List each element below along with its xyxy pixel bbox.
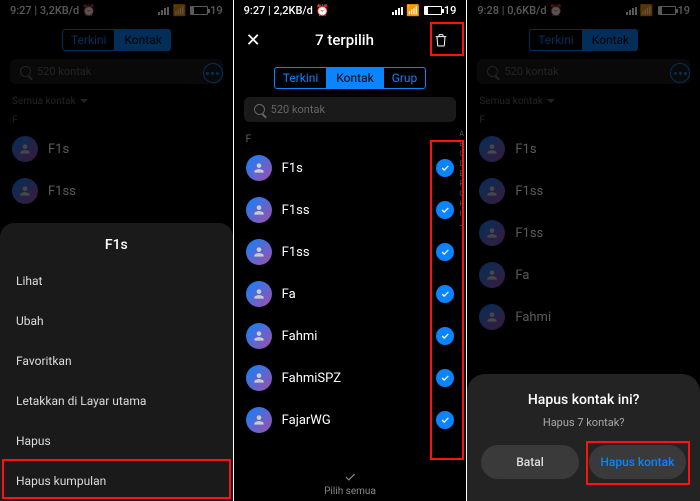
avatar (246, 365, 272, 391)
checkbox-checked[interactable] (436, 327, 454, 345)
tab-contacts[interactable]: Kontak (115, 29, 170, 51)
tab-groups[interactable]: Grup (383, 67, 427, 89)
sheet-option-homescreen[interactable]: Letakkan di Layar utama (0, 381, 233, 421)
sheet-option-batch-delete[interactable]: Hapus kumpulan (0, 461, 233, 501)
top-tabs: Terkini Kontak Grup (234, 67, 467, 89)
top-tabs: Terkini Kontak (0, 29, 233, 51)
battery-icon (190, 6, 208, 15)
section-all[interactable]: Semua kontak (0, 90, 233, 109)
search-input[interactable]: 520 kontak (477, 59, 690, 84)
checkbox-checked[interactable] (436, 285, 454, 303)
list-item[interactable]: F1s (0, 128, 233, 170)
checkbox-checked[interactable] (436, 243, 454, 261)
sheet-option-edit[interactable]: Ubah (0, 301, 233, 341)
trash-icon[interactable] (428, 27, 454, 53)
list-item[interactable]: Fa (234, 273, 467, 315)
list-item[interactable]: Fa (467, 254, 700, 296)
section-all[interactable]: Semua kontak (467, 90, 700, 109)
select-all[interactable]: Pilih semua (234, 470, 467, 497)
avatar (12, 136, 38, 162)
section-letter: F (0, 109, 233, 128)
tab-recent[interactable]: Terkini (62, 29, 116, 51)
avatar (12, 178, 38, 204)
search-icon (254, 104, 265, 115)
sheet-option-delete[interactable]: Hapus (0, 421, 233, 461)
sheet-title: F1s (0, 223, 233, 261)
list-item[interactable]: F1ss (234, 231, 467, 273)
delete-dialog: Hapus kontak ini? Hapus 7 kontak? Batal … (467, 374, 700, 501)
avatar (246, 239, 272, 265)
more-icon[interactable] (203, 63, 223, 83)
tab-recent[interactable]: Terkini (274, 67, 328, 89)
screen-select-mode: 9:27 | 2,2KB/d ⏰ 📶 19 ✕ 7 terpilih Terki… (234, 0, 467, 501)
status-bar: 9:27 | 2,2KB/d ⏰ 📶 19 (234, 0, 467, 21)
list-item[interactable]: F1ss (234, 189, 467, 231)
chevron-down-icon (80, 99, 88, 103)
delete-button[interactable]: Hapus kontak (589, 445, 686, 479)
avatar (479, 136, 505, 162)
battery-icon (424, 6, 442, 15)
list-item[interactable]: F1ss (467, 170, 700, 212)
avatar (479, 304, 505, 330)
battery-icon (658, 6, 676, 15)
cancel-button[interactable]: Batal (481, 445, 578, 479)
sheet-option-view[interactable]: Lihat (0, 261, 233, 301)
signal-icon (626, 7, 638, 15)
avatar (479, 178, 505, 204)
search-icon (20, 66, 31, 77)
page-title: 7 terpilih (315, 31, 374, 49)
list-item[interactable]: F1ss (467, 212, 700, 254)
tab-contacts[interactable]: Kontak (327, 67, 382, 89)
more-icon[interactable] (670, 63, 690, 83)
dialog-title: Hapus kontak ini? (481, 392, 686, 408)
list-item[interactable]: Fahmi (234, 315, 467, 357)
signal-icon (392, 7, 404, 15)
status-bar: 9:27 | 3,2KB/d ⏰ 📶 19 (0, 0, 233, 21)
list-item[interactable]: FajarWG (234, 399, 467, 441)
avatar (246, 197, 272, 223)
screen-contact-longpress: 9:27 | 3,2KB/d ⏰ 📶 19 Terkini Kontak 520… (0, 0, 233, 501)
sheet-option-favorite[interactable]: Favoritkan (0, 341, 233, 381)
checkbox-checked[interactable] (436, 159, 454, 177)
section-letter: F (234, 128, 467, 147)
search-input[interactable]: 520 kontak (244, 97, 457, 122)
list-item[interactable]: F1s (234, 147, 467, 189)
index-rail[interactable]: ABCDEFGHIJ (459, 130, 464, 228)
close-icon[interactable]: ✕ (246, 30, 261, 51)
avatar (246, 407, 272, 433)
checkbox-checked[interactable] (436, 201, 454, 219)
avatar (246, 323, 272, 349)
top-tabs: Terkini Kontak (467, 29, 700, 51)
context-sheet: F1s Lihat Ubah Favoritkan Letakkan di La… (0, 223, 233, 501)
checkbox-checked[interactable] (436, 411, 454, 429)
avatar (246, 281, 272, 307)
list-item[interactable]: F1ss (0, 170, 233, 212)
tab-contacts[interactable]: Kontak (583, 29, 638, 51)
search-input[interactable]: 520 kontak (10, 59, 223, 84)
list-item[interactable]: F1s (467, 128, 700, 170)
signal-icon (158, 7, 170, 15)
checkbox-checked[interactable] (436, 369, 454, 387)
list-item[interactable]: FahmiSPZ (234, 357, 467, 399)
chevron-down-icon (547, 99, 555, 103)
screen-delete-confirm: 9:28 | 0,6KB/d ⏰ 📶 19 Terkini Kontak 520… (467, 0, 700, 501)
tab-recent[interactable]: Terkini (529, 29, 583, 51)
search-icon (487, 66, 498, 77)
status-bar: 9:28 | 0,6KB/d ⏰ 📶 19 (467, 0, 700, 21)
list-item[interactable]: Fahmi (467, 296, 700, 338)
avatar (479, 220, 505, 246)
dialog-body: Hapus 7 kontak? (481, 416, 686, 429)
avatar (479, 262, 505, 288)
section-letter: F (467, 109, 700, 128)
avatar (246, 155, 272, 181)
